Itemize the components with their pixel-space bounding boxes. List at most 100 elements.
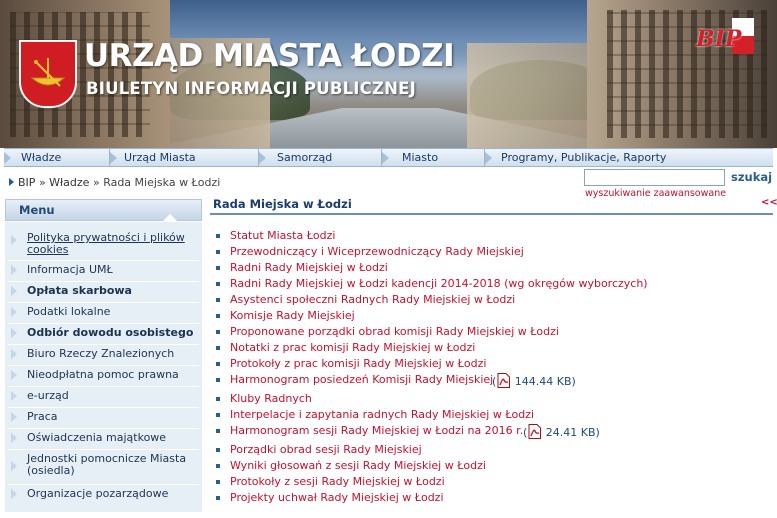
list-item-label: Porządki obrad sesji Rady Miejskiej [230,443,422,456]
file-size: 144.44 KB [514,375,572,388]
file-attachment[interactable]: ( 24.41 KB) [523,424,600,440]
nav-item-wladze[interactable]: Władze [4,149,109,166]
bullet-icon [216,266,220,270]
nav-item-miasto[interactable]: Miasto [382,149,484,166]
pdf-icon [497,373,511,388]
file-attachment[interactable]: ( 144.44 KB) [492,373,576,389]
sidebar-item-odbior-dowodu[interactable]: Odbiór dowodu osobistego [5,324,202,345]
list-item-label: Interpelacje i zapytania radnych Rady Mi… [230,408,535,421]
sidebar-item-e-urzad[interactable]: e-urząd [5,387,202,408]
list-item-label: Harmonogram sesji Rady Miejskiej w Łodzi… [230,424,524,437]
bullet-icon [216,496,220,500]
bullet-icon [216,234,220,238]
bullet-icon [216,250,220,254]
list-item-label: Protokoły z prac komisji Rady Miejskiej … [230,357,487,370]
list-item-label: Protokoły z sesji Rady Miejskiej w Łodzi [230,475,445,488]
menu-arrow-icon [11,391,17,401]
site-subtitle: BIULETYN INFORMACJI PUBLICZNEJ [86,79,416,98]
back-link[interactable]: << [761,197,777,208]
bullet-icon [216,448,220,452]
menu-arrow-icon [11,265,17,275]
list-item-label: Proponowane porządki obrad komisji Rady … [230,325,559,338]
list-item-label: Przewodniczący i Wiceprzewodniczący Rady… [230,245,524,258]
bullet-icon [216,362,220,366]
list-item-label: Notatki z prac komisji Rady Miejskiej w … [230,341,476,354]
search-input[interactable] [584,169,725,186]
sidebar-item-organizacje[interactable]: Organizacje pozarządowe [5,485,202,505]
sidebar-item-label: Informacja UMŁ [27,263,113,276]
nav-item-samorzad[interactable]: Samorząd [259,149,381,166]
bullet-icon [216,330,220,334]
menu-arrow-icon [11,328,17,338]
bip-logo-text: BIP [696,26,742,52]
breadcrumb-arrow-icon [9,178,14,186]
list-item-label: Statut Miasta Łodzi [230,229,336,242]
menu-arrow-icon [11,286,17,296]
nav-item-programy[interactable]: Programy, Publikacje, Raporty [485,149,771,166]
nav-item-label: Urząd Miasta [124,151,196,164]
nav-item-label: Samorząd [277,151,333,164]
sidebar-item-biuro-rzeczy[interactable]: Biuro Rzeczy Znalezionych [5,345,202,366]
list-item-label: Radni Rady Miejskiej w Łodzi [230,261,388,274]
nav-item-label: Miasto [402,151,439,164]
breadcrumb-item-wladze[interactable]: Władze [49,176,89,189]
sidebar-item-label: Praca [27,410,58,423]
page-title: Rada Miejska w Łodzi [213,197,352,211]
boat-icon [30,58,66,87]
sidebar-item-pomoc-prawna[interactable]: Nieodpłatna pomoc prawna [5,366,202,387]
breadcrumb-separator: » [92,176,100,189]
top-navigation: Władze Urząd Miasta Samorząd Miasto Prog… [4,148,773,167]
bullet-icon [216,298,220,302]
breadcrumb-separator: » [38,176,46,189]
lodz-crest-icon[interactable] [19,40,77,108]
file-size: 24.41 KB [545,426,596,439]
list-item-label: Asystenci społeczni Radnych Rady Miejski… [230,293,516,306]
header-banner: URZĄD MIASTA ŁODZI BIULETYN INFORMACJI P… [0,0,777,148]
menu-arrow-icon [11,370,17,380]
nav-item-urzad-miasta[interactable]: Urząd Miasta [110,149,258,166]
breadcrumb-item-current: Rada Miejska w Łodzi [103,176,221,189]
menu-arrow-icon [11,235,17,245]
banner-building-right-far [467,43,607,148]
menu-arrow-icon [11,349,17,359]
list-item-label: Projekty uchwał Rady Miejskiej w Łodzi [230,491,444,504]
sidebar-item-oswiadczenia[interactable]: Oświadczenia majątkowe [5,429,202,450]
sidebar-item-jednostki-pomocnicze[interactable]: Jednostki pomocnicze Miasta (osiedla) [5,450,202,485]
menu-heading: Menu [5,199,202,221]
bullet-icon [216,346,220,350]
sidebar-item-informacja-uml[interactable]: Informacja UMŁ [5,261,202,282]
list-item-label: Kluby Radnych [230,392,312,405]
pdf-icon [528,424,542,439]
sidebar-menu: Polityka prywatności i plików cookies In… [5,222,202,512]
nav-item-label: Władze [21,151,62,164]
bullet-icon [216,314,220,318]
list-item-label: Harmonogram posiedzeń Komisji Rady Miejs… [230,373,494,386]
sidebar-item-praca[interactable]: Praca [5,408,202,429]
nav-item-label: Programy, Publikacje, Raporty [501,151,667,164]
breadcrumb-item-bip[interactable]: BIP [18,176,35,189]
bullet-icon [216,378,220,382]
sidebar-item-podatki-lokalne[interactable]: Podatki lokalne [5,303,202,324]
sidebar-item-label: Polityka prywatności i plików cookies [27,231,185,256]
bip-logo-icon[interactable]: BIP [696,18,754,54]
sidebar-item-label: Jednostki pomocnicze Miasta (osiedla) [27,452,187,477]
sidebar-item-label: e-urząd [27,389,69,402]
list-item-label: Wyniki głosowań z sesji Rady Miejskiej w… [230,459,486,472]
menu-arrow-icon [11,433,17,443]
bullet-icon [216,480,220,484]
bullet-icon [216,397,220,401]
search-button[interactable]: szukaj [731,170,772,184]
list-item-label: Radni Rady Miejskiej w Łodzi kadencji 20… [230,277,648,290]
menu-arrow-icon [11,412,17,422]
breadcrumb: BIP » Władze » Rada Miejska w Łodzi [9,176,220,189]
bullet-icon [216,429,220,433]
bullet-icon [216,413,220,417]
bullet-icon [216,282,220,286]
sidebar-item-label: Podatki lokalne [27,305,111,318]
sidebar-item-polityka-prywatnosci[interactable]: Polityka prywatności i plików cookies [5,222,202,261]
advanced-search-link[interactable]: wyszukiwanie zaawansowane [585,188,726,199]
sidebar-item-label: Odbiór dowodu osobistego [27,326,194,339]
site-title[interactable]: URZĄD MIASTA ŁODZI [84,38,455,74]
list-item-label: Komisje Rady Miejskiej [230,309,355,322]
sidebar-item-oplata-skarbowa[interactable]: Opłata skarbowa [5,282,202,303]
